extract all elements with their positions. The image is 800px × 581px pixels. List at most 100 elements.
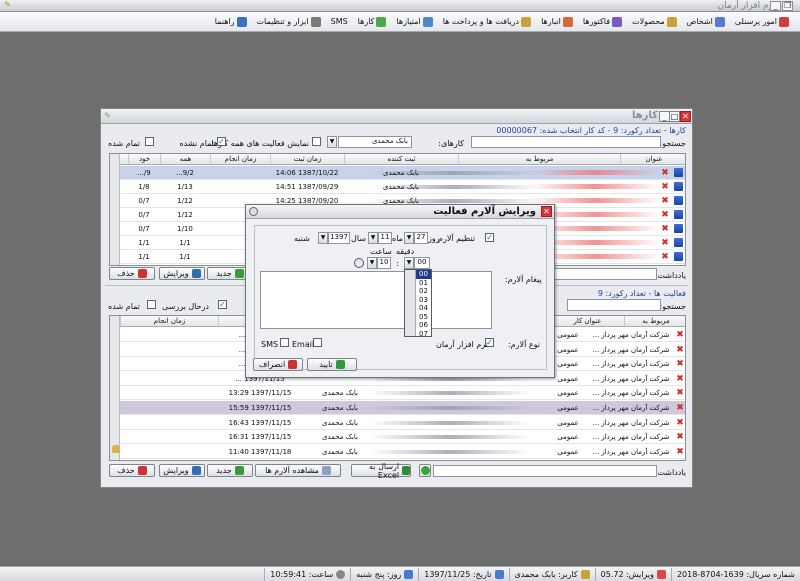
delete-x-icon[interactable]: ✖	[676, 360, 684, 369]
activity-row[interactable]: ✖ شرکت آرمان مهر پرداز ... عمومی بابک محمدی…	[110, 416, 685, 430]
activity-title-cell: عمومی	[557, 345, 579, 354]
not-done-checkbox[interactable]: ✓	[217, 137, 226, 146]
delete-activity-label: حذف	[117, 466, 135, 475]
delete-x-icon[interactable]: ✖	[661, 211, 669, 220]
done-checkbox[interactable]	[145, 137, 154, 146]
menu-item-6[interactable]: امتیازها	[391, 13, 437, 31]
org-tree-icon[interactable]	[674, 196, 683, 205]
set-alarm-checkbox[interactable]: ✓	[485, 233, 494, 242]
sms-label: SMS	[261, 340, 279, 349]
minute-list-scrollbar[interactable]	[405, 270, 416, 336]
tasks-col-header[interactable]: همه	[160, 154, 210, 165]
menu-item-1[interactable]: اشخاص	[682, 13, 730, 31]
menu-item-3[interactable]: فاکتورها	[578, 13, 627, 31]
cancel-button[interactable]: انصراف	[253, 358, 303, 371]
activities-search-input[interactable]	[567, 299, 661, 311]
org-tree-icon[interactable]	[674, 182, 683, 191]
menu-item-5[interactable]: دریافت ها و پرداخت ها	[438, 13, 536, 31]
hour-dropdown[interactable]: ▼	[367, 257, 377, 269]
delete-x-icon[interactable]: ✖	[676, 331, 684, 340]
tasks-scrollbar[interactable]	[110, 154, 120, 265]
menu-item-8[interactable]: SMS	[326, 13, 353, 31]
menu-item-4[interactable]: انبارها	[536, 13, 578, 31]
delete-task-button[interactable]: حذف	[109, 267, 155, 280]
delete-x-icon[interactable]: ✖	[661, 169, 669, 178]
new-activity-button[interactable]: جدید	[207, 464, 253, 477]
tasks-search-input[interactable]	[471, 136, 661, 148]
act-col-header-time[interactable]: زمان انجام	[120, 316, 218, 327]
month-field[interactable]: 11	[378, 232, 392, 244]
edit-activity-button[interactable]: ویرایش	[159, 464, 205, 477]
year-field[interactable]: 1397	[328, 232, 350, 244]
act-not-done-checkbox[interactable]	[147, 300, 156, 309]
act-col-header-related[interactable]: مربوط به	[624, 316, 685, 327]
activity-redacted	[370, 435, 530, 440]
delete-x-icon[interactable]: ✖	[676, 433, 684, 442]
act-note-input[interactable]	[433, 465, 657, 477]
menu-item-9[interactable]: ابزار و تنظیمات	[252, 13, 326, 31]
table-row[interactable]: ✖ بابک محمدی 1387/10/22 14:06 9/2... 9/...	[110, 166, 685, 180]
delete-x-icon[interactable]: ✖	[676, 447, 684, 456]
tasks-col-header[interactable]: خود	[128, 154, 160, 165]
delete-x-icon[interactable]: ✖	[661, 253, 669, 262]
delete-x-icon[interactable]: ✖	[661, 225, 669, 234]
menu-item-2[interactable]: محصولات	[627, 13, 682, 31]
minute-dropdown-list[interactable]: 00 01 02 03 04 05 06 07	[404, 269, 432, 338]
minimize-button[interactable]: _	[770, 1, 781, 11]
year-dropdown[interactable]: ▼	[318, 232, 328, 244]
email-checkbox[interactable]	[313, 338, 322, 347]
activity-row[interactable]: ✖ شرکت آرمان مهر پرداز ... عمومی بابک محمدی…	[110, 401, 685, 415]
minute-dropdown[interactable]: ▼	[404, 257, 414, 269]
confirm-button[interactable]: تایید	[307, 358, 357, 371]
month-dropdown[interactable]: ▼	[368, 232, 378, 244]
org-tree-icon[interactable]	[674, 238, 683, 247]
delete-activity-button[interactable]: حذف	[109, 464, 155, 477]
delete-x-icon[interactable]: ✖	[676, 418, 684, 427]
delete-x-icon[interactable]: ✖	[676, 345, 684, 354]
delete-x-icon[interactable]: ✖	[661, 239, 669, 248]
org-tree-icon[interactable]	[674, 210, 683, 219]
export-excel-button[interactable]: ارسال به Excel	[351, 462, 411, 480]
menu-item-0[interactable]: امور پرسنلی	[730, 13, 794, 31]
org-tree-icon[interactable]	[674, 224, 683, 233]
activities-scrollbar[interactable]	[110, 316, 120, 460]
activity-row[interactable]: ✖ شرکت آرمان مهر پرداز ... عمومی بابک محمدی…	[110, 430, 685, 445]
alarm-message-textarea[interactable]	[260, 271, 492, 329]
table-row[interactable]: ✖ بابک محمدی 1387/09/29 14:51 1/13 1/8	[110, 180, 685, 194]
org-tree-icon[interactable]	[674, 168, 683, 177]
in-review-checkbox[interactable]: ✓	[218, 300, 227, 309]
tasks-col-header[interactable]: مربوط به	[458, 154, 620, 165]
tasks-close-button[interactable]: ✕	[680, 111, 691, 122]
activity-row[interactable]: ✖ شرکت آرمان مهر پرداز ... عمومی بابک محمدی…	[110, 445, 685, 459]
tasks-col-header[interactable]: زمان انجام	[210, 154, 270, 165]
restore-button[interactable]: ❐	[782, 1, 793, 11]
new-activity-label: جدید	[216, 466, 232, 475]
org-tree-icon[interactable]	[674, 252, 683, 261]
delete-x-icon[interactable]: ✖	[661, 197, 669, 206]
tasks-col-header[interactable]: ثبت کننده	[344, 154, 458, 165]
delete-x-icon[interactable]: ✖	[661, 183, 669, 192]
tasks-col-header[interactable]: زمان ثبت	[270, 154, 344, 165]
delete-x-icon[interactable]: ✖	[676, 374, 684, 383]
sms-checkbox[interactable]	[280, 338, 289, 347]
hour-field[interactable]: 10	[377, 257, 391, 269]
activity-row[interactable]: ✖ شرکت آرمان مهر پرداز ... عمومی بابک محمدی…	[110, 386, 685, 401]
user-select[interactable]: بابک محمدی	[338, 136, 412, 148]
minute-field[interactable]: 00	[414, 257, 430, 269]
menu-item-10[interactable]: راهنما	[210, 13, 252, 31]
act-col-header-title[interactable]: عنوان کار	[550, 316, 624, 327]
tasks-col-header[interactable]: عنوان	[620, 154, 685, 165]
alarm-close-button[interactable]: ✕	[541, 206, 552, 217]
user-select-dropdown[interactable]: ▼	[327, 136, 337, 148]
show-all-checkbox[interactable]	[312, 137, 321, 146]
delete-x-icon[interactable]: ✖	[676, 404, 684, 413]
tasks-maximize-button[interactable]: □	[669, 111, 680, 122]
day-field[interactable]: 27	[414, 232, 428, 244]
edit-task-button[interactable]: ویرایش	[159, 267, 205, 280]
activity-redacted	[370, 391, 530, 396]
view-alarms-button[interactable]: مشاهده آلارم ها	[255, 464, 341, 477]
day-dropdown[interactable]: ▼	[404, 232, 414, 244]
menu-item-7[interactable]: کارها	[353, 13, 392, 31]
delete-x-icon[interactable]: ✖	[676, 389, 684, 398]
refresh-button[interactable]	[419, 464, 431, 477]
